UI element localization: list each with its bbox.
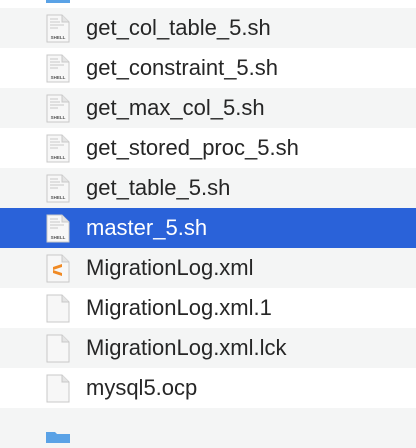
- file-name: MigrationLog.xml.1: [86, 295, 272, 320]
- folder-icon: [46, 414, 70, 443]
- file-name: get_table_5.sh: [86, 175, 231, 200]
- shell-script-icon: SHELL: [46, 14, 70, 43]
- file-list: mysql5 SHELL get_col_table_5.sh SHELL get_co…: [0, 0, 416, 448]
- file-row[interactable]: mysql5.ocp: [0, 368, 416, 408]
- file-row[interactable]: SHELL get_col_table_5.sh: [0, 8, 416, 48]
- file-name: get_constraint_5.sh: [86, 55, 279, 80]
- file-row[interactable]: MigrationLog.xml: [0, 248, 416, 288]
- file-name: MigrationLog.xml.lck: [86, 335, 287, 360]
- file-name: master_5.sh: [86, 215, 208, 240]
- svg-text:SHELL: SHELL: [51, 235, 66, 240]
- file-row[interactable]: SHELL get_stored_proc_5.sh: [0, 128, 416, 168]
- shell-script-icon: SHELL: [46, 134, 70, 163]
- file-name: get_max_col_5.sh: [86, 95, 265, 120]
- file-row[interactable]: SHELL get_table_5.sh: [0, 168, 416, 208]
- folder-icon: [46, 0, 70, 3]
- sublime-document-icon: [46, 254, 70, 283]
- file-row[interactable]: SHELL get_max_col_5.sh: [0, 88, 416, 128]
- shell-script-icon: SHELL: [46, 54, 70, 83]
- svg-text:SHELL: SHELL: [51, 115, 66, 120]
- file-row[interactable]: SHELL get_constraint_5.sh: [0, 48, 416, 88]
- file-name: MigrationLog.xml: [86, 255, 254, 280]
- file-row[interactable]: MigrationLog.xml.1: [0, 288, 416, 328]
- svg-text:SHELL: SHELL: [51, 195, 66, 200]
- file-row[interactable]: SHELL master_5.sh: [0, 208, 416, 248]
- file-row[interactable]: mysql5: [0, 0, 416, 8]
- file-name: mysql5: [86, 0, 156, 1]
- blank-document-icon: [46, 374, 70, 403]
- shell-script-icon: SHELL: [46, 214, 70, 243]
- svg-text:SHELL: SHELL: [51, 35, 66, 40]
- file-name: get_stored_proc_5.sh: [86, 135, 299, 160]
- file-row[interactable]: [0, 408, 416, 448]
- file-row[interactable]: MigrationLog.xml.lck: [0, 328, 416, 368]
- svg-text:SHELL: SHELL: [51, 155, 66, 160]
- file-name: mysql5.ocp: [86, 375, 198, 400]
- shell-script-icon: SHELL: [46, 174, 70, 203]
- shell-script-icon: SHELL: [46, 94, 70, 123]
- svg-text:SHELL: SHELL: [51, 75, 66, 80]
- file-name: get_col_table_5.sh: [86, 15, 271, 40]
- blank-document-icon: [46, 294, 70, 323]
- blank-document-icon: [46, 334, 70, 363]
